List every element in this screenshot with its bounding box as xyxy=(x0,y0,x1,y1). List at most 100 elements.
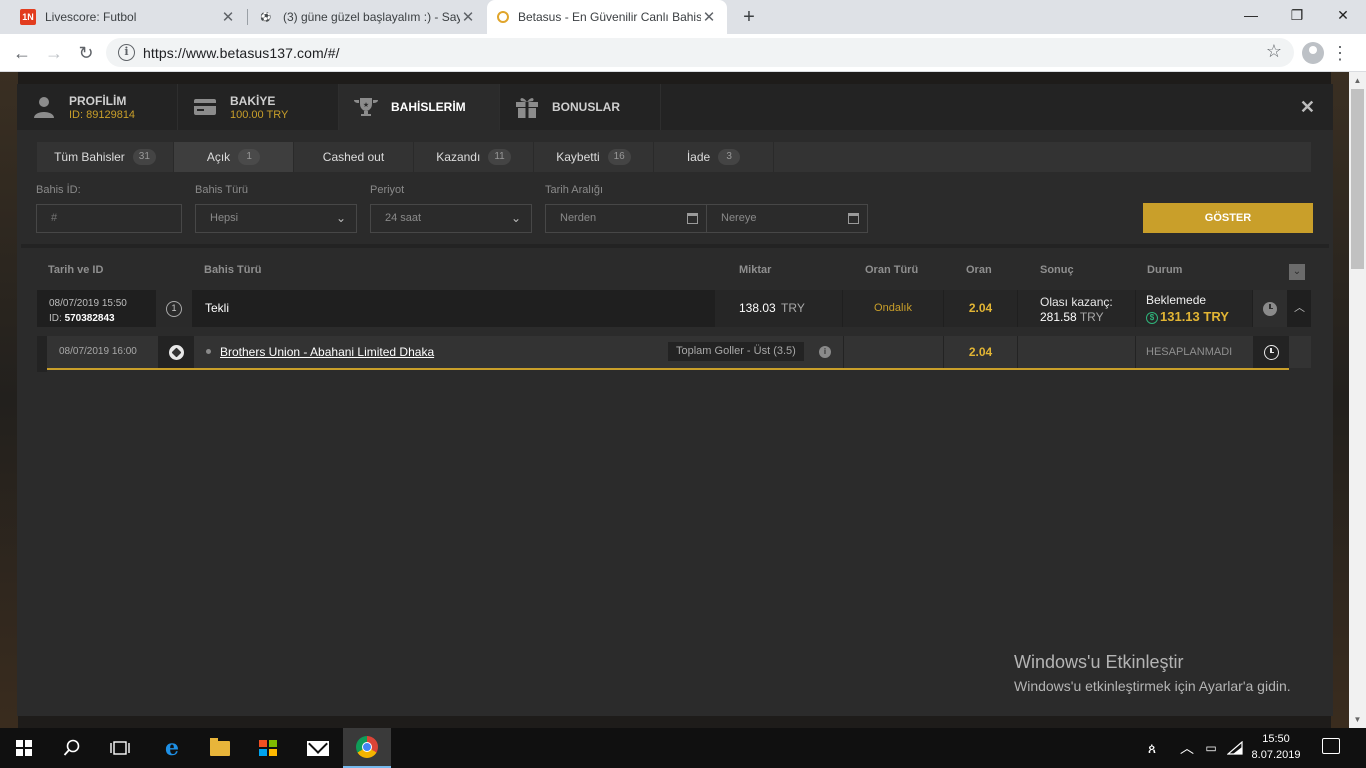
tab-lost[interactable]: Kaybetti 16 xyxy=(534,142,654,172)
tab-won[interactable]: Kazandı 11 xyxy=(414,142,534,172)
collapse-all-icon[interactable]: ⌄ xyxy=(1289,264,1305,280)
table-row[interactable]: 08/07/2019 15:50 ID: 570382843 1 Tekli 1… xyxy=(37,290,1311,327)
status-text: Beklemede xyxy=(1146,293,1207,307)
browser-tab-livescore[interactable]: 1N Livescore: Futbol ✕ xyxy=(10,0,246,34)
dollar-icon: $ xyxy=(1146,312,1158,324)
maximize-button[interactable]: ❐ xyxy=(1274,0,1320,30)
page-scrollbar[interactable]: ▲ ▼ xyxy=(1349,72,1366,728)
wifi-icon[interactable] xyxy=(1224,728,1246,768)
taskbar-clock[interactable]: 15:50 8.07.2019 xyxy=(1246,731,1306,763)
url-text[interactable]: https://www.betasus137.com/#/ xyxy=(143,45,340,61)
file-explorer-icon[interactable] xyxy=(196,728,244,768)
bets-table-header: Tarih ve ID Bahis Türü Miktar Oran Türü … xyxy=(37,260,1311,284)
nav-bonus-label: BONUSLAR xyxy=(552,100,620,114)
notification-icon[interactable] xyxy=(1322,738,1340,754)
nav-tab-profile[interactable]: PROFİLİM ID: 89129814 xyxy=(17,84,178,130)
potential-win: Olası kazanç: 281.58 TRY xyxy=(1018,290,1135,327)
match-link[interactable]: Brothers Union - Abahani Limited Dhaka xyxy=(220,336,434,368)
clock-icon xyxy=(1263,301,1277,316)
scroll-up-icon[interactable]: ▲ xyxy=(1349,72,1366,89)
date-to-field[interactable]: Nereye xyxy=(706,204,868,233)
start-button[interactable] xyxy=(0,728,48,768)
odds-type: Ondalık xyxy=(843,290,943,327)
period-value: 24 saat xyxy=(385,212,422,224)
date-from-field[interactable]: Nerden xyxy=(545,204,707,233)
sport-cell xyxy=(158,336,194,368)
store-icon[interactable] xyxy=(244,728,292,768)
browser-tab-strip: 1N Livescore: Futbol ✕ ⚽ (3) güne güzel … xyxy=(0,0,1366,34)
new-tab-button[interactable]: + xyxy=(738,6,760,28)
close-tab-icon[interactable]: ✕ xyxy=(220,8,236,26)
amount-currency: TRY xyxy=(781,301,805,315)
close-icon[interactable]: ✕ xyxy=(1300,97,1315,118)
close-window-button[interactable]: ✕ xyxy=(1320,0,1366,30)
browser-tab-forum[interactable]: ⚽ (3) güne güzel başlayalım :) - Say ✕ xyxy=(248,0,486,34)
potential-win-label: Olası kazanç: xyxy=(1040,295,1113,309)
nav-tab-balance[interactable]: BAKİYE 100.00 TRY xyxy=(178,84,339,130)
bet-id-input[interactable] xyxy=(51,212,181,224)
column-separator xyxy=(843,336,844,368)
nav-tab-my-bets[interactable]: ★ BAHİSLERİM xyxy=(339,84,500,130)
scroll-down-icon[interactable]: ▼ xyxy=(1349,711,1366,728)
site-info-icon[interactable]: i xyxy=(118,44,135,61)
bet-id-field[interactable] xyxy=(36,204,182,233)
tab-open[interactable]: Açık 1 xyxy=(174,142,294,172)
bookmark-star-icon[interactable]: ☆ xyxy=(1266,41,1282,62)
close-tab-icon[interactable]: ✕ xyxy=(460,8,476,26)
task-view-icon[interactable] xyxy=(96,728,144,768)
cashout-amount[interactable]: $131.13 TRY xyxy=(1146,309,1252,324)
scrollbar-thumb[interactable] xyxy=(1351,89,1364,269)
count-badge: 31 xyxy=(132,149,156,165)
column-separator xyxy=(1017,336,1018,368)
page-viewport: ▲ ▼ PROFİLİM ID: 89129814 BAKİYE 100.00 … xyxy=(0,72,1366,728)
tab-all-bets[interactable]: Tüm Bahisler 31 xyxy=(37,142,174,172)
people-icon[interactable]: ጰ xyxy=(1140,728,1164,768)
windows-logo-icon xyxy=(16,740,32,756)
tab-label: Kaybetti xyxy=(556,150,600,164)
windows-taskbar: e ጰ ︿ ▭ 15:50 8.07.2019 xyxy=(0,728,1366,768)
potential-value: 281.58 xyxy=(1040,310,1077,324)
balance-amount: 100.00 TRY xyxy=(230,108,289,121)
account-avatar-icon[interactable] xyxy=(1302,42,1324,64)
bet-date: 08/07/2019 15:50 xyxy=(49,298,127,309)
mail-icon[interactable] xyxy=(294,728,342,768)
nav-tab-bonus[interactable]: BONUSLAR xyxy=(500,84,661,130)
edge-browser-icon[interactable]: e xyxy=(148,728,196,768)
calendar-icon[interactable] xyxy=(848,213,859,224)
bet-type: Tekli xyxy=(205,301,230,315)
forward-arrow-icon[interactable]: → xyxy=(42,41,66,65)
tab-refund[interactable]: İade 3 xyxy=(654,142,774,172)
show-button[interactable]: GÖSTER xyxy=(1143,203,1313,233)
calendar-icon[interactable] xyxy=(687,213,698,224)
chevron-up-icon[interactable]: ︿ xyxy=(1176,728,1198,768)
chrome-taskbar-icon[interactable] xyxy=(343,728,391,768)
row-indent xyxy=(37,336,47,372)
tab-label: Kazandı xyxy=(436,150,481,164)
reload-icon[interactable]: ↻ xyxy=(74,41,98,65)
1n-favicon-icon: 1N xyxy=(20,9,36,25)
chevron-down-icon: ⌄ xyxy=(335,211,346,225)
minimize-button[interactable]: — xyxy=(1228,0,1274,30)
selection-count-cell: 1 xyxy=(156,290,192,327)
period-select[interactable]: 24 saat ⌄ xyxy=(370,204,532,233)
browser-menu-icon[interactable]: ⋮ xyxy=(1330,40,1350,66)
chevron-up-icon[interactable]: ︿ xyxy=(1288,290,1311,327)
bet-id-label: ID: xyxy=(49,313,62,324)
count-badge: 3 xyxy=(718,149,741,165)
close-tab-icon[interactable]: ✕ xyxy=(701,8,717,26)
info-icon[interactable]: i xyxy=(819,346,831,358)
selection-row: 08/07/2019 16:00 Brothers Union - Abahan… xyxy=(37,336,1311,372)
market-badge: Toplam Goller - Üst (3.5) xyxy=(668,342,804,361)
clock-date: 8.07.2019 xyxy=(1251,749,1301,761)
search-icon[interactable] xyxy=(48,728,96,768)
amount-value: 138.03 xyxy=(739,301,776,315)
potential-currency: TRY xyxy=(1079,310,1104,324)
battery-icon[interactable]: ▭ xyxy=(1200,728,1222,768)
address-bar[interactable]: i https://www.betasus137.com/#/ ☆ xyxy=(106,38,1294,67)
pending-clock-cell xyxy=(1253,290,1287,327)
tab-cashed-out[interactable]: Cashed out xyxy=(294,142,414,172)
back-arrow-icon[interactable]: ← xyxy=(10,41,34,65)
bet-type-select[interactable]: Hepsi ⌄ xyxy=(195,204,357,233)
browser-tab-betasus[interactable]: Betasus - En Güvenilir Canlı Bahis ✕ xyxy=(487,0,727,34)
gift-icon xyxy=(514,94,540,120)
